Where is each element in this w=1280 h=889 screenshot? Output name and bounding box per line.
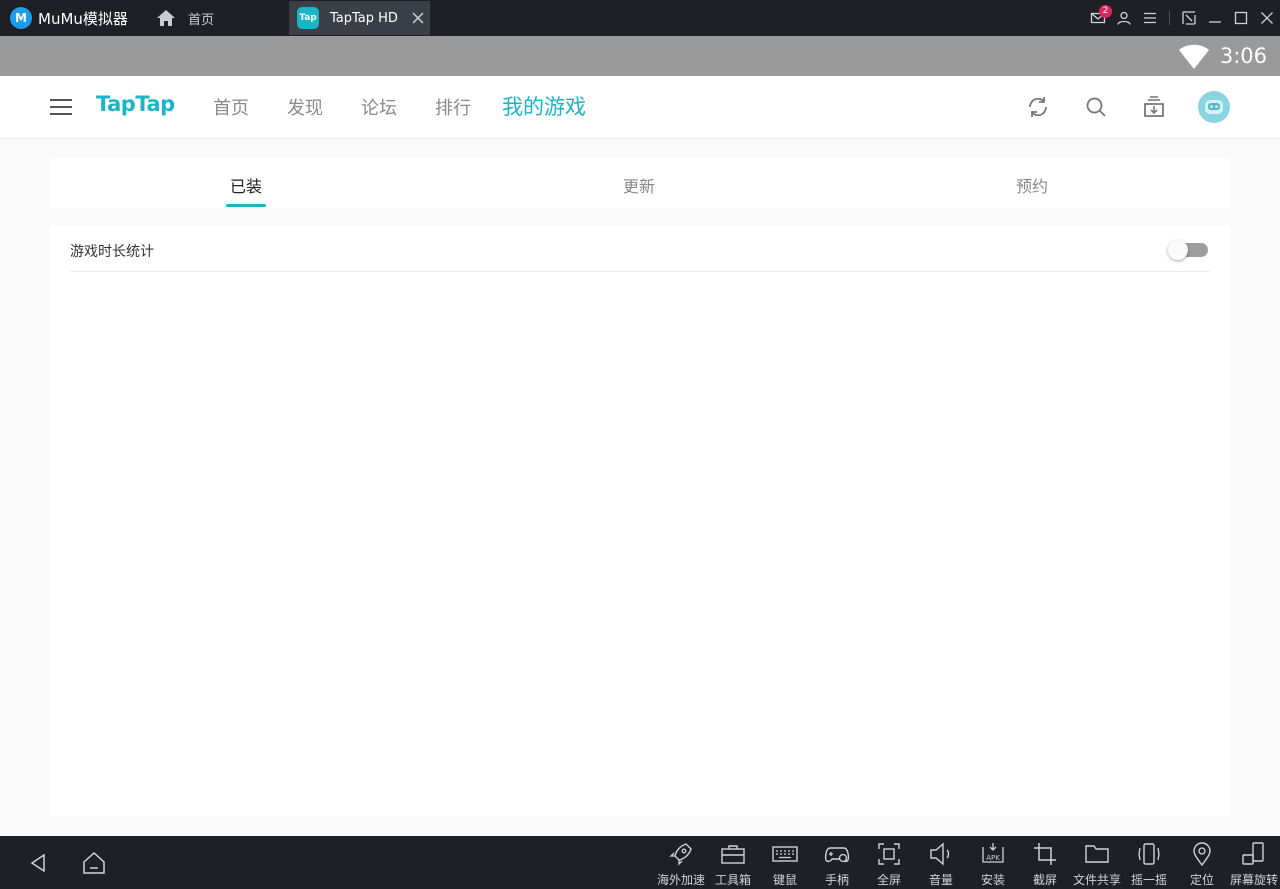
toolbox-button[interactable]: 工具箱 xyxy=(707,841,759,887)
tool-label: 键鼠 xyxy=(772,873,797,887)
tool-label: 手柄 xyxy=(824,873,849,887)
volume-icon xyxy=(930,842,950,866)
tool-label: 屏幕旋转 xyxy=(1229,873,1278,887)
subtab-updates[interactable]: 更新 xyxy=(623,173,655,197)
subtab-installed[interactable]: 已装 xyxy=(230,173,262,197)
toolbox-icon xyxy=(721,845,745,864)
close-icon xyxy=(1261,12,1273,24)
drawer-menu-icon[interactable] xyxy=(49,96,73,118)
tool-label: 截屏 xyxy=(1032,873,1057,887)
screenshot-button[interactable]: 截屏 xyxy=(1019,841,1071,887)
keyboard-icon xyxy=(772,846,798,862)
shrink-window-button[interactable] xyxy=(1176,0,1202,36)
overseas-accelerate-button[interactable]: 海外加速 xyxy=(655,841,707,887)
tab-home-label: 首页 xyxy=(188,12,215,28)
shake-button[interactable]: 摇一摇 xyxy=(1123,841,1175,887)
tool-label: 工具箱 xyxy=(714,873,751,887)
nav-my-games[interactable]: 我的游戏 xyxy=(502,91,586,121)
rotate-screen-button[interactable]: 屏幕旋转 xyxy=(1228,841,1280,887)
minimize-icon xyxy=(1209,21,1221,23)
tool-label: 安装 xyxy=(980,873,1005,887)
shake-phone-icon xyxy=(1138,843,1160,865)
taptap-app-icon: Tap xyxy=(297,7,319,29)
refresh-icon[interactable] xyxy=(1026,95,1050,119)
taptap-header: TapTap 首页 发现 论坛 排行 我的游戏 xyxy=(0,76,1280,139)
nav-home[interactable]: 首页 xyxy=(213,94,249,120)
close-window-button[interactable] xyxy=(1254,0,1280,36)
emulator-brand: M MuMu模拟器 xyxy=(10,7,128,29)
mumu-logo-icon: M xyxy=(10,7,32,29)
hamburger-menu-icon xyxy=(1144,12,1156,24)
active-subtab-indicator xyxy=(226,204,266,207)
file-share-button[interactable]: 文件共享 xyxy=(1071,841,1123,887)
account-button[interactable] xyxy=(1111,0,1137,36)
my-games-subtabs: 已装 更新 预约 xyxy=(50,158,1230,208)
gamepad-icon xyxy=(824,847,850,863)
gamepad-button[interactable]: 手柄 xyxy=(811,841,863,887)
emulator-titlebar: M MuMu模拟器 首页 Tap TapTap HD 2 xyxy=(0,0,1280,36)
tool-label: 海外加速 xyxy=(656,873,705,887)
android-home-icon[interactable] xyxy=(81,850,107,876)
minimize-button[interactable] xyxy=(1202,0,1228,36)
subtab-reservations[interactable]: 预约 xyxy=(1016,173,1048,197)
home-icon xyxy=(157,10,175,26)
maximize-icon xyxy=(1234,11,1248,25)
mail-button[interactable]: 2 xyxy=(1085,0,1112,36)
folder-icon xyxy=(1085,845,1109,863)
nav-forum[interactable]: 论坛 xyxy=(361,94,397,120)
svg-text:APK: APK xyxy=(986,854,1000,862)
rotate-screen-icon xyxy=(1242,842,1264,865)
install-apk-button[interactable]: APK 安装 xyxy=(967,841,1019,887)
fullscreen-icon xyxy=(878,843,900,865)
titlebar-divider xyxy=(1169,11,1170,25)
tool-label: 文件共享 xyxy=(1072,873,1121,887)
emulator-toolbar: 海外加速 工具箱 键鼠 手柄 全屏 音量 APK 安装 截屏 文件共享 摇一摇 … xyxy=(0,836,1280,889)
tool-label: 音量 xyxy=(928,873,953,887)
window-controls: 2 xyxy=(1085,0,1280,36)
user-icon xyxy=(1117,11,1131,25)
maximize-button[interactable] xyxy=(1228,0,1254,36)
tool-label: 全屏 xyxy=(876,873,901,887)
tab-taptap-hd-label: TapTap HD xyxy=(330,10,398,26)
tool-label: 定位 xyxy=(1189,873,1214,887)
apk-install-icon: APK xyxy=(982,843,1004,863)
taptap-logo[interactable]: TapTap xyxy=(96,92,175,116)
user-avatar[interactable] xyxy=(1198,91,1230,123)
search-icon[interactable] xyxy=(1084,95,1108,119)
tool-label: 摇一摇 xyxy=(1130,873,1167,887)
wifi-icon xyxy=(1179,44,1209,69)
android-status-bar: 3:06 xyxy=(0,36,1280,76)
tab-home[interactable]: 首页 xyxy=(150,0,288,36)
playtime-stats-row: 游戏时长统计 xyxy=(70,226,1210,272)
emulator-app-name: MuMu模拟器 xyxy=(38,9,128,28)
shrink-icon xyxy=(1182,11,1196,25)
back-icon[interactable] xyxy=(28,852,50,874)
location-button[interactable]: 定位 xyxy=(1176,841,1228,887)
tab-taptap-hd[interactable]: Tap TapTap HD xyxy=(289,1,430,35)
close-tab-icon[interactable] xyxy=(410,10,426,26)
playtime-stats-label: 游戏时长统计 xyxy=(70,244,154,260)
rocket-icon xyxy=(669,843,692,866)
nav-ranking[interactable]: 排行 xyxy=(435,94,471,120)
menu-button[interactable] xyxy=(1137,0,1163,36)
nav-discover[interactable]: 发现 xyxy=(287,94,323,120)
fullscreen-button[interactable]: 全屏 xyxy=(863,841,915,887)
crop-icon xyxy=(1034,843,1056,865)
status-clock: 3:06 xyxy=(1219,44,1267,68)
download-manager-icon[interactable] xyxy=(1142,95,1166,119)
volume-button[interactable]: 音量 xyxy=(915,841,967,887)
installed-games-panel: 游戏时长统计 xyxy=(50,226,1230,816)
avatar-robot-icon xyxy=(1205,100,1223,114)
location-pin-icon xyxy=(1193,842,1211,867)
toggle-thumb xyxy=(1168,240,1188,260)
playtime-stats-toggle[interactable] xyxy=(1168,240,1210,260)
keymouse-button[interactable]: 键鼠 xyxy=(759,841,811,887)
